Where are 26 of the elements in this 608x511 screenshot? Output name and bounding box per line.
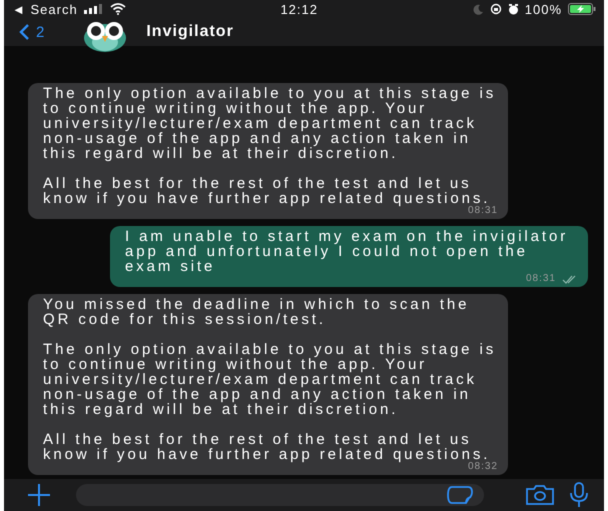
wifi-icon	[110, 3, 126, 15]
battery-charging-icon	[568, 3, 596, 15]
signal-icon	[84, 4, 104, 14]
unread-count: 2	[36, 24, 44, 40]
message-time: 08:31	[468, 206, 498, 216]
message-text: All the best for the rest of the test and let us know if you have further app related questions.	[43, 176, 490, 206]
camera-icon[interactable]	[524, 484, 556, 506]
message-text: All the best for the rest of the test and let us know if you have further app related questions.	[43, 432, 490, 462]
message-text: The only option available to you at this stage is to continue writing without the app. Your university/lecturer/exam department can track non-usage of the app and any action taken in this regard will be at their discretion.	[43, 342, 498, 417]
back-to-search-link[interactable]: ◄ Search	[12, 2, 78, 16]
message-input-field[interactable]	[76, 484, 484, 506]
lock-rotation-icon	[490, 3, 502, 15]
moon-icon	[472, 4, 484, 14]
message-text: The only option available to you at this stage is to continue writing without the app. Your university/lecturer/exam department can track non-usage of the app and any action taken in this regard will be at their discretion.	[43, 86, 498, 161]
plus-icon[interactable]	[26, 482, 52, 508]
back-chevron-icon[interactable]	[18, 23, 30, 41]
message-text: I am unable to start my exam on the invigilator app and unfortunately I could not open the exam site	[125, 229, 570, 274]
battery-percent: 100%	[524, 2, 562, 16]
alarm-icon	[508, 4, 519, 14]
status-time: 12:12	[280, 2, 318, 16]
message-time: 08:31	[526, 274, 556, 284]
message-time: 08:32	[468, 462, 498, 472]
microphone-icon[interactable]	[568, 482, 590, 508]
sticker-icon[interactable]	[446, 485, 474, 505]
chat-title: Invigilator	[146, 23, 234, 41]
message-text: You missed the deadline in which to scan the QR code for this session/test.	[43, 297, 470, 327]
